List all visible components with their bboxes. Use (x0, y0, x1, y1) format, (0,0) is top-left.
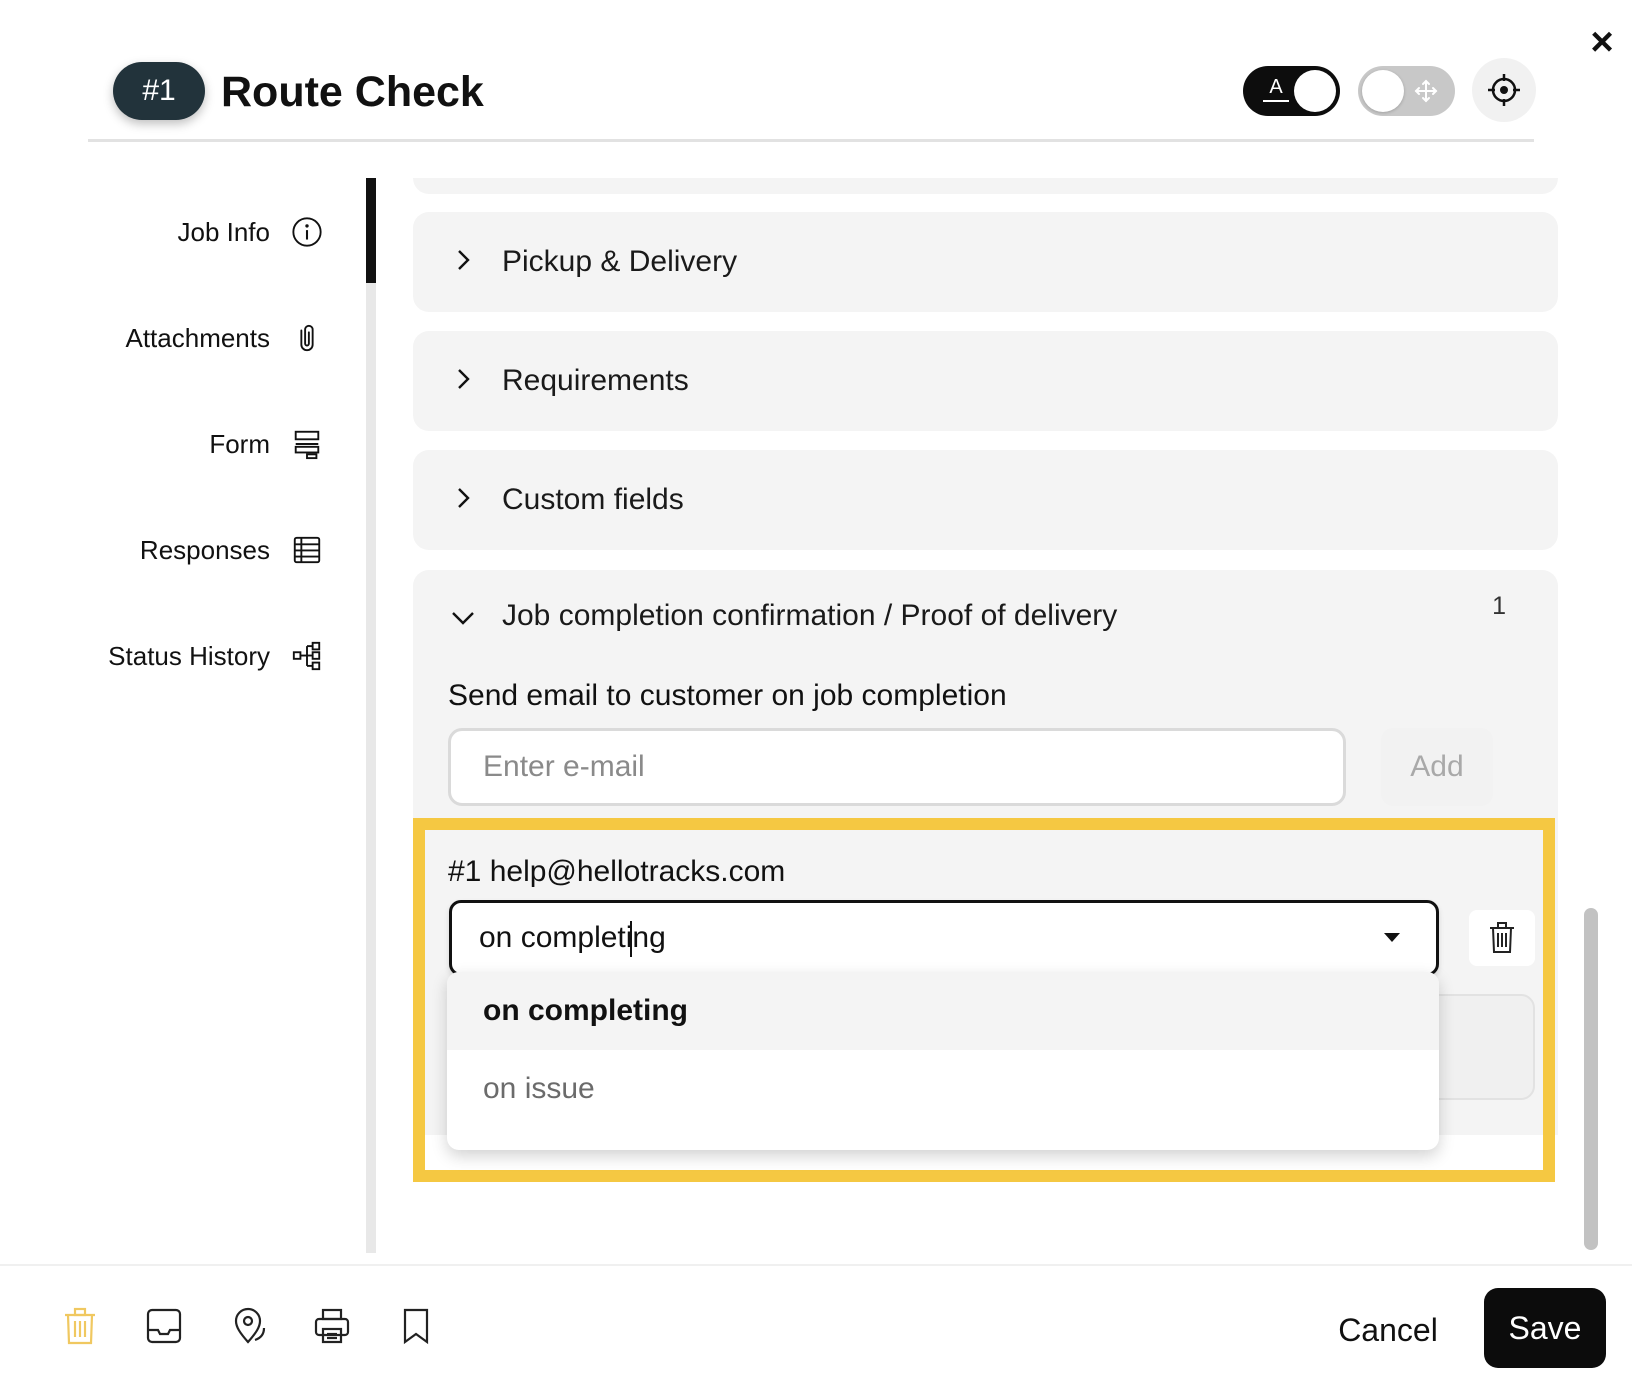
panel-requirements[interactable]: Requirements (413, 331, 1558, 431)
sidebar-item-responses[interactable]: Responses (140, 528, 324, 572)
crosshair-icon (1488, 74, 1520, 106)
form-icon (290, 427, 324, 461)
toggle-knob (1294, 70, 1336, 112)
sidebar-item-label: Form (209, 428, 270, 459)
bookmark-icon[interactable] (396, 1306, 436, 1346)
chevron-right-icon (458, 250, 470, 270)
sidebar-item-label: Attachments (125, 322, 270, 353)
hierarchy-icon (290, 639, 324, 673)
panel-title[interactable]: Job completion confirmation / Proof of d… (502, 596, 1117, 636)
email-input[interactable] (448, 728, 1346, 806)
nav-active-indicator (366, 178, 376, 283)
move-toggle[interactable] (1358, 66, 1455, 116)
chevron-down-icon[interactable] (449, 604, 477, 632)
chevron-right-icon (458, 488, 470, 508)
sidebar-item-attachments[interactable]: Attachments (125, 316, 324, 360)
save-button[interactable]: Save (1484, 1288, 1606, 1368)
recipient-highlight: #1 help@hellotracks.com on completing on… (413, 818, 1555, 1182)
dropdown-option-on-issue[interactable]: on issue (447, 1050, 1439, 1128)
info-icon (290, 215, 324, 249)
sidebar-item-label: Job Info (177, 216, 270, 247)
caret-down-icon (1384, 933, 1400, 942)
map-pin-icon[interactable] (228, 1306, 268, 1346)
sidebar-item-label: Responses (139, 534, 270, 565)
recipient-title: #1 help@hellotracks.com (448, 855, 786, 888)
job-header: #1 Route Check A (88, 52, 1536, 142)
inbox-icon[interactable] (144, 1306, 184, 1346)
locate-button[interactable] (1472, 58, 1536, 122)
move-icon (1414, 79, 1438, 103)
cancel-button[interactable]: Cancel (1318, 1294, 1458, 1366)
label-icon: A (1261, 74, 1291, 104)
hidden-field-background (1425, 994, 1535, 1100)
paperclip-icon (290, 321, 324, 355)
close-button[interactable]: × (1582, 22, 1622, 62)
recipient-count: 1 (1492, 592, 1506, 620)
text-caret (630, 921, 632, 957)
nav-scroll-track (366, 178, 376, 1253)
sidebar-item-job-info[interactable]: Job Info (177, 210, 324, 254)
panel-pickup-delivery[interactable]: Pickup & Delivery (413, 212, 1558, 312)
footer-toolbar: Cancel Save (0, 1264, 1632, 1388)
sidebar-item-label: Status History (108, 640, 270, 671)
panel-title: Requirements (502, 364, 689, 397)
side-navigation: Job Info Attachments Form Responses Stat… (0, 178, 380, 1258)
job-title: Route Check (221, 68, 484, 116)
delete-recipient-button[interactable] (1469, 910, 1535, 966)
trigger-select[interactable]: on completing (449, 900, 1439, 976)
job-number-badge: #1 (113, 62, 205, 120)
content-scrollbar[interactable] (1584, 908, 1598, 1250)
trigger-select-value: on completing (479, 921, 666, 954)
panel-title: Custom fields (502, 483, 684, 516)
toggle-knob (1362, 70, 1404, 112)
chevron-right-icon (458, 369, 470, 389)
trigger-dropdown-menu: on completing on issue (447, 972, 1439, 1150)
panel-collapsed-sliver (413, 178, 1558, 194)
trash-icon[interactable] (60, 1306, 100, 1346)
panel-custom-fields[interactable]: Custom fields (413, 450, 1558, 550)
label-toggle[interactable]: A (1243, 66, 1340, 116)
sidebar-item-form[interactable]: Form (209, 422, 324, 466)
dropdown-option-on-completing[interactable]: on completing (447, 972, 1439, 1050)
printer-icon[interactable] (312, 1306, 352, 1346)
trash-icon (1490, 922, 1514, 953)
add-email-button[interactable]: Add (1381, 728, 1493, 806)
panel-title: Pickup & Delivery (502, 245, 738, 278)
sidebar-item-status-history[interactable]: Status History (108, 634, 324, 678)
send-email-label: Send email to customer on job completion (448, 679, 1007, 712)
table-icon (290, 533, 324, 567)
